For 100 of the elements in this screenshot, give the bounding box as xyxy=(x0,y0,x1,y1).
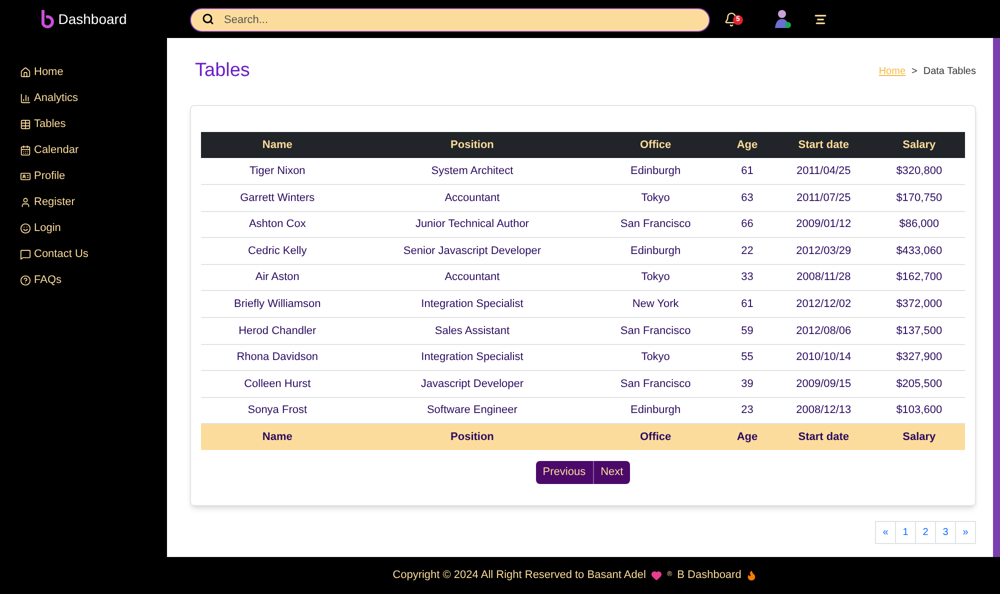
breadcrumb-current: Data Tables xyxy=(923,65,976,79)
help-icon xyxy=(20,275,31,286)
table-cell: Cedric Kelly xyxy=(201,238,354,264)
table-cell: Tokyo xyxy=(590,344,720,371)
table-cell: Herod Chandler xyxy=(201,318,354,344)
scrollbar[interactable] xyxy=(993,38,1000,557)
sidebar-item[interactable]: Contact Us xyxy=(20,246,167,263)
sidebar-item[interactable]: FAQs xyxy=(20,272,167,289)
table-cell: Tokyo xyxy=(590,184,720,212)
table-cell: 2008/12/13 xyxy=(774,397,874,424)
table-cell: $86,000 xyxy=(873,211,965,238)
table-cell: San Francisco xyxy=(590,318,720,344)
sidebar-item[interactable]: Home xyxy=(20,64,167,81)
sidebar-item[interactable]: Login xyxy=(20,220,167,237)
table-cell: 2012/12/02 xyxy=(774,290,874,318)
table-cell: 61 xyxy=(720,290,774,318)
table-cell: Edinburgh xyxy=(590,158,720,185)
table-cell: $205,500 xyxy=(873,370,965,398)
table-cell: System Architect xyxy=(354,158,591,185)
table-cell: $433,060 xyxy=(873,238,965,264)
table-cell: Accountant xyxy=(354,264,591,291)
table-cell: $137,500 xyxy=(873,318,965,344)
table-cell: San Francisco xyxy=(590,370,720,398)
smiley-icon xyxy=(20,223,31,234)
pager-button[interactable]: Next xyxy=(594,460,630,484)
table-cell: $320,800 xyxy=(873,158,965,185)
table-cell: Rhona Davidson xyxy=(201,344,354,371)
calendar-icon xyxy=(20,145,31,156)
table-cell: 2011/04/25 xyxy=(774,158,874,185)
avatar[interactable] xyxy=(774,9,792,29)
sidebar-item[interactable]: Profile xyxy=(20,168,167,185)
table-cell: Edinburgh xyxy=(590,397,720,424)
table-cell: 33 xyxy=(720,264,774,291)
table-cell: 66 xyxy=(720,211,774,238)
column-header[interactable]: Office xyxy=(590,132,720,158)
person-icon xyxy=(20,197,31,208)
page-link[interactable]: 1 xyxy=(895,520,916,544)
page-link[interactable]: « xyxy=(875,520,896,544)
table-cell: 55 xyxy=(720,344,774,371)
sidebar-item[interactable]: Register xyxy=(20,194,167,211)
table-cell: Javascript Developer xyxy=(354,370,591,398)
table-cell: Integration Specialist xyxy=(354,290,591,318)
table-cell: 2010/10/14 xyxy=(774,344,874,371)
table-cell: $372,000 xyxy=(873,290,965,318)
column-header[interactable]: Start date xyxy=(774,132,874,158)
bar-chart-icon xyxy=(20,93,31,104)
brand-name: Dashboard xyxy=(58,10,127,28)
column-header[interactable]: Salary xyxy=(873,132,965,158)
id-card-icon xyxy=(20,171,31,182)
house-icon xyxy=(20,67,31,78)
column-footer: Start date xyxy=(774,424,874,450)
page-link[interactable]: » xyxy=(955,520,976,544)
table-cell: 39 xyxy=(720,370,774,398)
sidebar-item[interactable]: Analytics xyxy=(20,90,167,107)
table-cell: Sonya Frost xyxy=(201,397,354,424)
table-cell: 2012/03/29 xyxy=(774,238,874,264)
table-cell: Sales Assistant xyxy=(354,318,591,344)
heart-icon xyxy=(650,570,662,581)
page-link[interactable]: 3 xyxy=(935,520,956,544)
table-cell: Senior Javascript Developer xyxy=(354,238,591,264)
table-cell: 23 xyxy=(720,397,774,424)
table-cell: 22 xyxy=(720,238,774,264)
table-cell: San Francisco xyxy=(590,211,720,238)
page-link[interactable]: 2 xyxy=(915,520,936,544)
table-cell: $103,600 xyxy=(873,397,965,424)
search-icon xyxy=(202,13,214,25)
column-header[interactable]: Position xyxy=(354,132,591,158)
table-cell: Air Aston xyxy=(201,264,354,291)
table-cell: Edinburgh xyxy=(590,238,720,264)
sidebar-item[interactable]: Calendar xyxy=(20,142,167,159)
table-cell: Ashton Cox xyxy=(201,211,354,238)
table-cell: Accountant xyxy=(354,184,591,212)
table-cell: 2012/08/06 xyxy=(774,318,874,344)
table-cell: 2008/11/28 xyxy=(774,264,874,291)
table-cell: $170,750 xyxy=(873,184,965,212)
table-cell: Briefly Williamson xyxy=(201,290,354,318)
logo-icon xyxy=(40,9,54,29)
table-cell: 59 xyxy=(720,318,774,344)
column-footer: Office xyxy=(590,424,720,450)
column-header[interactable]: Age xyxy=(720,132,774,158)
column-footer: Position xyxy=(354,424,591,450)
menu-button[interactable] xyxy=(814,12,827,26)
table-cell: 2011/07/25 xyxy=(774,184,874,212)
column-footer: Salary xyxy=(873,424,965,450)
breadcrumb-separator: > xyxy=(912,65,918,79)
table-cell: Tiger Nixon xyxy=(201,158,354,185)
column-footer: Name xyxy=(201,424,354,450)
column-header[interactable]: Name xyxy=(201,132,354,158)
copyright-text: Copyright © 2024 All Right Reserved to Basant Adel xyxy=(392,568,646,584)
table-icon xyxy=(20,119,31,130)
sidebar-item[interactable]: Tables xyxy=(20,116,167,133)
table-cell: $327,900 xyxy=(873,344,965,371)
table-cell: 2009/01/12 xyxy=(774,211,874,238)
pager-button[interactable]: Previous xyxy=(536,460,594,484)
flame-icon xyxy=(746,570,758,581)
page-title: Tables xyxy=(195,59,250,84)
table-cell: Colleen Hurst xyxy=(201,370,354,398)
search-field[interactable]: Search... xyxy=(190,8,710,32)
table-cell: Junior Technical Author xyxy=(354,211,591,238)
table-cell: Software Engineer xyxy=(354,397,591,424)
